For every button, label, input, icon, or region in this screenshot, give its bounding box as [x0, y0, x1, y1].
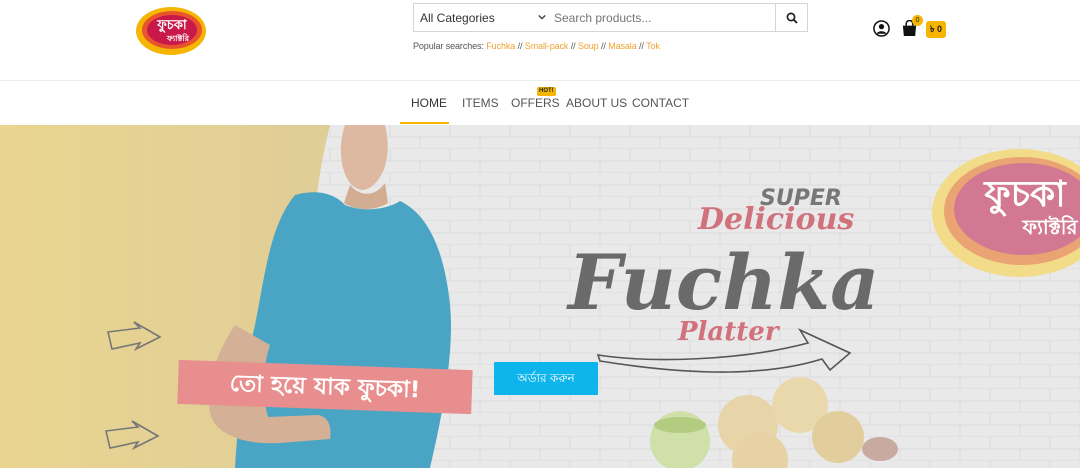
separator: //: [600, 41, 606, 51]
popular-term-link[interactable]: Tok: [646, 41, 660, 51]
popular-term-link[interactable]: Soup: [578, 41, 599, 51]
separator: //: [517, 41, 523, 51]
hot-badge: HOT!: [537, 87, 556, 96]
brand-badge-line1: ফুচকা: [984, 174, 1066, 215]
headline-delicious: Delicious: [697, 202, 854, 237]
popular-term-link[interactable]: Small-pack: [525, 41, 569, 51]
headline-platter: Platter: [677, 317, 781, 347]
slogan-text-wrapper: তো হয়ে যাক ফুচকা!: [178, 365, 472, 409]
separator: //: [639, 41, 644, 51]
nav-item-home[interactable]: HOME: [411, 96, 447, 110]
hero-background: SUPER Delicious Fuchka Platter: [0, 125, 1080, 468]
cart-total-badge[interactable]: ৳ 0: [926, 21, 946, 38]
popular-searches: Popular searches: Fuchka // Small-pack /…: [413, 41, 660, 51]
category-select[interactable]: All Categories: [413, 3, 551, 32]
separator: //: [570, 41, 576, 51]
headline-fuchka: Fuchka: [566, 238, 879, 327]
cart-count-badge: 0: [912, 15, 923, 26]
hero-banner: SUPER Delicious Fuchka Platter তো হয়ে য…: [0, 125, 1080, 468]
popular-searches-label: Popular searches:: [413, 41, 484, 51]
search-icon: [786, 12, 798, 24]
svg-text:ফুচকা: ফুচকা: [156, 18, 188, 34]
category-select-value: All Categories: [420, 11, 495, 25]
brand-logo[interactable]: ফুচকা ফ্যাক্টরি: [135, 6, 207, 56]
popular-term-link[interactable]: Masala: [608, 41, 637, 51]
order-now-button[interactable]: অর্ডার করুন: [494, 362, 598, 395]
main-nav: HOME ITEMS OFFERS HOT! ABOUT US CONTACT: [0, 81, 1080, 125]
nav-item-offers[interactable]: OFFERS: [511, 96, 560, 110]
search-button[interactable]: [775, 3, 808, 32]
site-header: ফুচকা ফ্যাক্টরি All Categories Popular s…: [0, 0, 1080, 81]
slogan-text: তো হয়ে যাক ফুচকা!: [229, 370, 421, 404]
brand-badge-text: ফুচকা ফ্যাক্টরি: [955, 175, 1080, 255]
chevron-down-icon: [538, 14, 546, 20]
nav-item-about-us[interactable]: ABOUT US: [566, 96, 627, 110]
brand-badge-line2: ফ্যাক্টরি: [1022, 215, 1078, 239]
popular-term-link[interactable]: Fuchka: [486, 41, 515, 51]
user-account-icon[interactable]: [873, 20, 890, 37]
nav-item-contact[interactable]: CONTACT: [632, 96, 689, 110]
search-input[interactable]: [550, 3, 776, 32]
svg-text:ফ্যাক্টরি: ফ্যাক্টরি: [166, 33, 190, 43]
active-nav-indicator: [400, 122, 449, 124]
nav-item-items[interactable]: ITEMS: [462, 96, 499, 110]
